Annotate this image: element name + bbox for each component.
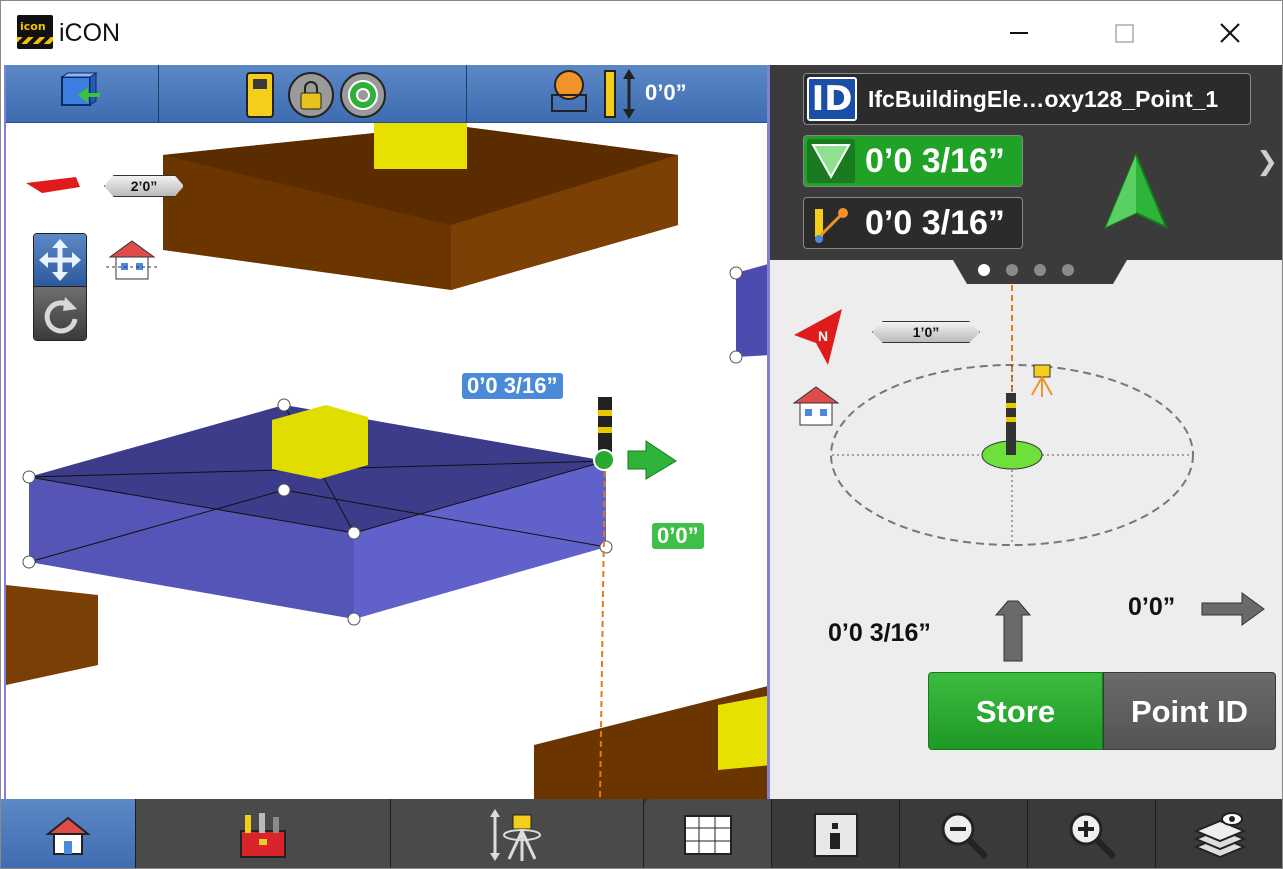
right-offset-value: 0’0” bbox=[1128, 593, 1176, 621]
yellow-block bbox=[374, 121, 467, 169]
home-view-icon-right bbox=[792, 386, 840, 426]
toolbox-icon bbox=[240, 812, 286, 858]
tab-instrument-setup[interactable] bbox=[391, 799, 644, 868]
height-offset-label: 0’0” bbox=[652, 523, 704, 549]
next-page-chevron[interactable]: ❯ bbox=[1256, 147, 1278, 177]
logo-text: icon bbox=[20, 20, 46, 33]
instrument-toolbar bbox=[159, 65, 467, 123]
id-badge: ID bbox=[807, 77, 857, 121]
point-id-field[interactable]: ID IfcBuildingEle…oxy128_Point_1 bbox=[803, 73, 1251, 125]
direction-arrow-icon bbox=[627, 440, 677, 480]
tab-home[interactable] bbox=[1, 799, 136, 868]
bottom-tab-bar bbox=[1, 799, 1282, 868]
store-button[interactable]: Store bbox=[928, 672, 1103, 750]
tab-data-table[interactable] bbox=[644, 799, 772, 868]
zoom-out-icon bbox=[941, 812, 988, 859]
prism-icon bbox=[551, 69, 635, 119]
instrument-setup-icon bbox=[490, 808, 541, 861]
instrument-icon bbox=[1031, 364, 1053, 397]
point-id-button[interactable]: Point ID bbox=[1103, 672, 1276, 750]
close-button[interactable] bbox=[1207, 11, 1253, 55]
stakeout-panel: ID IfcBuildingEle…oxy128_Point_1 0’0 3/1… bbox=[770, 65, 1282, 799]
point-distance-label: 0’0 3/16” bbox=[462, 373, 563, 399]
svg-text:N: N bbox=[818, 328, 828, 344]
heading-arrow-icon bbox=[1104, 152, 1168, 229]
minimize-button[interactable] bbox=[996, 11, 1042, 55]
app-logo: icon bbox=[17, 15, 53, 49]
map-scale-label: 2’0” bbox=[104, 175, 184, 197]
maximize-icon bbox=[1115, 24, 1134, 43]
map-toolbar: 0’0” bbox=[6, 65, 767, 123]
plan-scale-label: 1’0” bbox=[872, 321, 980, 343]
pan-button[interactable] bbox=[34, 234, 86, 287]
point-id-text: IfcBuildingEle…oxy128_Point_1 bbox=[868, 86, 1219, 112]
zoom-in-button[interactable] bbox=[1028, 799, 1156, 868]
north-marker-icon bbox=[26, 177, 80, 193]
height-toolbar[interactable]: 0’0” bbox=[467, 65, 767, 123]
cut-fill-icon bbox=[807, 139, 855, 183]
cut-fill-value: 0’0 3/16” bbox=[865, 142, 1005, 180]
close-icon bbox=[1220, 23, 1240, 43]
app-window: icon iCON 0’0” 2’0” 0’0 3/16” 0’0” ID If… bbox=[0, 0, 1283, 869]
info-button[interactable] bbox=[772, 799, 900, 868]
pan-arrows-icon bbox=[39, 239, 81, 281]
minimize-icon bbox=[1010, 32, 1028, 34]
zoom-out-button[interactable] bbox=[900, 799, 1028, 868]
page-indicator[interactable] bbox=[953, 260, 1127, 284]
home-view-icon[interactable] bbox=[106, 237, 158, 283]
distance-value: 0’0 3/16” bbox=[865, 204, 1005, 242]
forward-arrow-icon bbox=[994, 600, 1032, 662]
stakeout-plan-view: N bbox=[792, 285, 1265, 662]
layers-button[interactable] bbox=[1156, 799, 1282, 868]
rotate-icon bbox=[44, 297, 78, 334]
app-title: iCON bbox=[59, 19, 121, 47]
info-icon bbox=[813, 812, 858, 857]
total-station-icon[interactable] bbox=[159, 65, 467, 123]
maximize-button[interactable] bbox=[1101, 11, 1147, 55]
distance-box: 0’0 3/16” bbox=[803, 197, 1023, 249]
select-object-button[interactable] bbox=[6, 65, 159, 123]
home-icon bbox=[45, 816, 91, 855]
data-table-icon bbox=[683, 814, 732, 855]
rotate-button[interactable] bbox=[34, 287, 86, 340]
zoom-in-icon bbox=[1069, 812, 1116, 859]
forward-offset-value: 0’0 3/16” bbox=[828, 619, 931, 647]
layers-icon bbox=[1193, 811, 1247, 858]
height-value: 0’0” bbox=[645, 80, 687, 105]
stakeout-header: ID IfcBuildingEle…oxy128_Point_1 0’0 3/1… bbox=[770, 65, 1282, 260]
right-arrow-icon bbox=[1201, 592, 1265, 626]
rover-icon bbox=[1006, 393, 1016, 455]
tab-tools[interactable] bbox=[136, 799, 391, 868]
cut-fill-box: 0’0 3/16” bbox=[803, 135, 1023, 187]
navigation-pad[interactable] bbox=[33, 233, 87, 341]
title-bar: icon iCON bbox=[1, 1, 1282, 65]
select-object-icon bbox=[60, 72, 100, 106]
map-view[interactable]: 0’0” 2’0” 0’0 3/16” 0’0” bbox=[4, 65, 770, 799]
distance-icon bbox=[807, 201, 855, 245]
